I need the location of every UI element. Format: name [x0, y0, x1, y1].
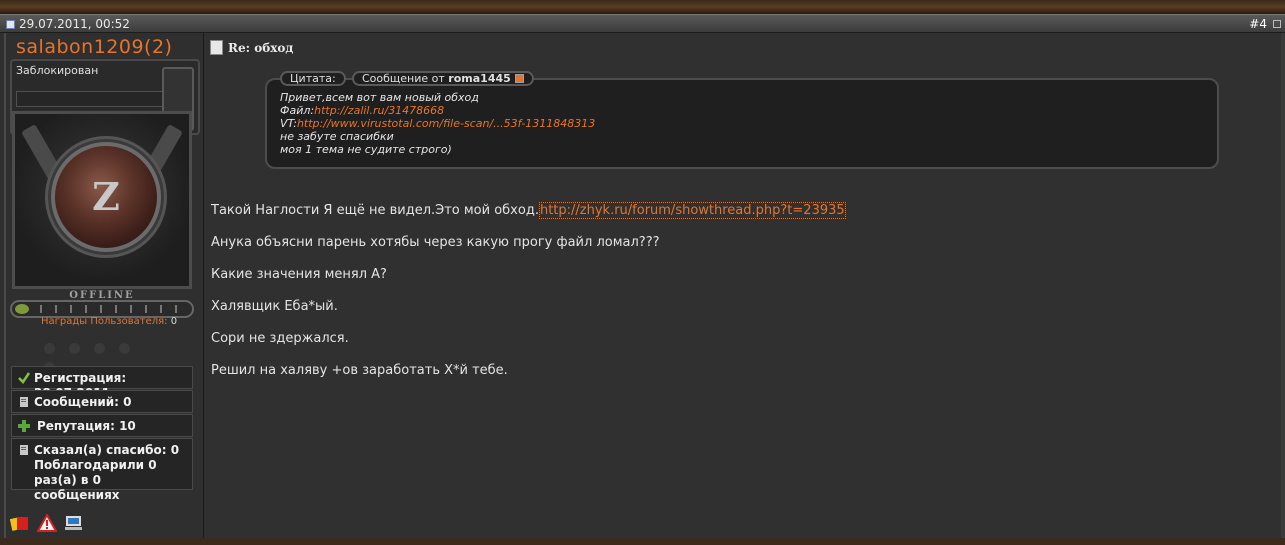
document-icon [20, 397, 28, 407]
status-gem-icon [15, 304, 29, 314]
quote-label: Файл: [280, 104, 315, 117]
top-border [0, 0, 1285, 15]
quote-link[interactable]: http://zalil.ru/31478668 [314, 104, 444, 117]
frame-inner [16, 91, 166, 107]
award-slot [44, 343, 55, 354]
user-badges [9, 512, 86, 533]
post-header-bar: 29.07.2011, 00:52 #4 [0, 14, 1285, 33]
message-line: Сори не здержался. [211, 331, 349, 346]
quote-author-tab: Сообщение от roma1445 [352, 71, 534, 86]
message-text: Такой Наглости Я ещё не видел.Это мой об… [211, 203, 539, 218]
alert-triangle-icon[interactable] [36, 512, 58, 532]
post-icon [6, 20, 15, 29]
thanks-text: Сказал(а) спасибо: 0 Поблагодарили 0 раз… [34, 443, 180, 502]
awards-count: 0 [170, 316, 178, 327]
stat-registration: Регистрация: 28.07.2011 [11, 366, 193, 400]
quote-label-tab: Цитата: [280, 71, 346, 86]
quote-from-text: Сообщение от [362, 72, 445, 85]
quote-tab-text: Цитата: [290, 72, 336, 85]
document-icon [20, 445, 28, 455]
status-ticks [40, 305, 182, 313]
computer-icon[interactable] [64, 514, 84, 532]
online-status: OFFLINE [10, 290, 194, 318]
reputation-text: Репутация: 10 [37, 419, 136, 433]
quote-line: VT:http://www.virustotal.com/file-scan/.… [280, 117, 595, 130]
post-title-text: Re: обход [228, 41, 294, 55]
award-slot [69, 343, 80, 354]
message-line: Такой Наглости Я ещё не видел.Это мой об… [211, 202, 846, 219]
message-line: Какие значения менял А? [211, 267, 387, 282]
quote-block: Привет,всем вот вам новый обход Файл:htt… [265, 78, 1219, 169]
stat-thanks: Сказал(а) спасибо: 0 Поблагодарили 0 раз… [11, 438, 193, 502]
status-label: OFFLINE [69, 290, 135, 301]
quote-line: моя 1 тема не судите строго) [280, 143, 452, 156]
bottom-border [0, 538, 1285, 545]
award-slot [119, 343, 130, 354]
quote-line: Файл:http://zalil.ru/31478668 [280, 104, 595, 117]
awards-label: Награды Пользователя: 0 [41, 316, 177, 327]
checkmark-icon [18, 372, 30, 384]
user-info-panel: salabon1209(2) Заблокирован Z OFFLINE На… [0, 33, 204, 545]
quote-label: VT: [280, 117, 297, 130]
post-number-link[interactable]: #4 [1249, 17, 1267, 31]
warning-card-icon[interactable] [9, 514, 30, 532]
quote-body: Привет,всем вот вам новый обход Файл:htt… [280, 91, 595, 156]
message-line: Решил на халяву +ов заработать Х*й тебе. [211, 363, 508, 378]
post-title: Re: обход [210, 40, 293, 55]
post-date: 29.07.2011, 00:52 [19, 17, 130, 31]
posts-text: Сообщений: 0 [34, 395, 132, 409]
message-line: Халявщик Еба*ый. [211, 299, 338, 314]
message-link[interactable]: http://zhyk.ru/forum/showthread.php?t=23… [538, 202, 846, 219]
awards-text: Награды Пользователя: [41, 316, 168, 327]
award-slot [94, 343, 105, 354]
award-slots [44, 339, 164, 373]
quote-link[interactable]: http://www.virustotal.com/file-scan/...5… [297, 117, 595, 130]
quote-line: Привет,всем вот вам новый обход [280, 91, 479, 104]
avatar[interactable]: Z [12, 111, 192, 289]
quote-line: не забуте спасибки [280, 130, 394, 143]
message-line: Анука объясни парень хотябы через какую … [211, 235, 660, 250]
view-post-arrow-icon[interactable] [514, 74, 524, 83]
user-title: Заблокирован [16, 64, 99, 77]
stat-posts: Сообщений: 0 [11, 390, 193, 413]
select-post-checkbox[interactable] [1273, 20, 1281, 28]
post-page-icon [210, 40, 223, 55]
quote-author: roma1445 [448, 72, 511, 85]
stat-reputation: Репутация: 10 [11, 414, 193, 437]
plus-icon [18, 420, 30, 432]
username-link[interactable]: salabon1209(2) [16, 36, 172, 58]
emblem-icon: Z [51, 142, 161, 252]
post-content: Re: обход Привет,всем вот вам новый обхо… [204, 33, 1285, 545]
